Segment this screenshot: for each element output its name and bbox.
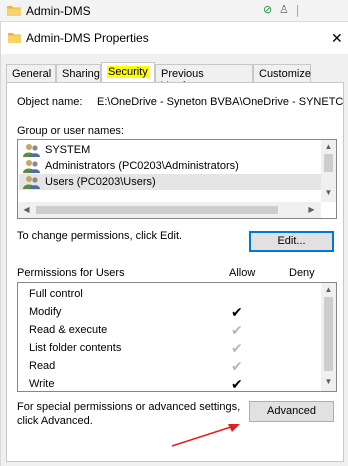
tab-label: Sharing xyxy=(62,68,100,80)
tab-sharing[interactable]: Sharing xyxy=(56,64,101,83)
list-item-label: SYSTEM xyxy=(45,144,91,156)
tab-label: General xyxy=(12,68,52,80)
permission-row: Read ✔ xyxy=(19,357,319,375)
permission-row: List folder contents ✔ xyxy=(19,339,319,357)
explorer-folder-name: Admin-DMS xyxy=(26,4,91,18)
permissions-list[interactable]: Full control Modify ✔ Read & execute ✔ L… xyxy=(17,282,337,392)
explorer-title-strip: Admin-DMS ⊘ ♙ xyxy=(0,0,348,22)
close-button[interactable]: ✕ xyxy=(331,30,343,47)
user-group-icon xyxy=(23,160,40,173)
check-icon: ✔ xyxy=(231,304,243,320)
list-item-system[interactable]: SYSTEM xyxy=(19,142,321,158)
sync-ok-icon: ⊘ xyxy=(263,4,273,16)
scroll-thumb[interactable] xyxy=(324,297,333,371)
folder-icon xyxy=(7,6,21,16)
permission-name: Read xyxy=(29,360,56,372)
object-name-value: E:\OneDrive - Syneton BVBA\OneDrive - SY… xyxy=(97,96,344,108)
user-group-icon xyxy=(23,176,40,189)
object-name-label: Object name: xyxy=(17,96,83,108)
allow-header: Allow xyxy=(229,267,256,279)
list-item-administrators[interactable]: Administrators (PC0203\Administrators) xyxy=(19,158,321,174)
permission-row: Modify ✔ xyxy=(19,303,319,321)
scroll-up-icon[interactable]: ▲ xyxy=(322,142,335,151)
tab-previous-versions[interactable]: Previous Versions xyxy=(155,64,253,92)
group-names-label: Group or user names: xyxy=(17,125,124,137)
tab-label: Customize xyxy=(259,68,311,80)
permission-row: Full control xyxy=(19,285,319,303)
special-permissions-text-1: For special permissions or advanced sett… xyxy=(17,401,241,413)
column-divider[interactable] xyxy=(297,5,298,17)
person-icon: ♙ xyxy=(279,4,289,16)
tab-label: Security xyxy=(107,66,149,78)
tab-general[interactable]: General xyxy=(6,64,56,83)
scroll-left-icon[interactable]: ◀ xyxy=(20,205,33,214)
annotation-arrow-icon xyxy=(171,424,240,447)
scroll-thumb[interactable] xyxy=(324,154,333,172)
advanced-button[interactable]: Advanced xyxy=(249,401,334,422)
permission-name: List folder contents xyxy=(29,342,122,354)
permissions-vscrollbar[interactable]: ▲ ▼ xyxy=(321,283,336,391)
tab-security[interactable]: Security xyxy=(101,62,155,83)
list-item-label: Users (PC0203\Users) xyxy=(45,176,156,188)
deny-header: Deny xyxy=(289,267,315,279)
inherited-check-icon: ✔ xyxy=(231,322,243,338)
tab-strip: General Sharing Security Previous Versio… xyxy=(6,62,346,92)
tab-customize[interactable]: Customize xyxy=(253,64,311,83)
inherited-check-icon: ✔ xyxy=(231,340,243,356)
permission-name: Write xyxy=(29,378,55,390)
user-group-icon xyxy=(23,144,40,157)
dialog-title: Admin-DMS Properties xyxy=(26,31,149,45)
scroll-right-icon[interactable]: ▶ xyxy=(305,205,318,214)
permission-row: Write ✔ xyxy=(19,375,319,393)
scroll-thumb[interactable] xyxy=(36,206,278,214)
group-list-vscrollbar[interactable]: ▲ ▼ xyxy=(321,140,336,202)
list-item-users[interactable]: Users (PC0203\Users) xyxy=(19,174,321,190)
dialog-title-bar[interactable]: Admin-DMS Properties ✕ xyxy=(1,22,348,54)
edit-button[interactable]: Edit... xyxy=(249,231,334,252)
permission-name: Modify xyxy=(29,306,62,318)
group-list[interactable]: SYSTEM Administrators (PC0203\Administra… xyxy=(17,139,337,219)
group-list-hscrollbar[interactable]: ◀ ▶ xyxy=(18,202,321,218)
security-panel: Object name: E:\OneDrive - Syneton BVBA\… xyxy=(6,82,344,462)
folder-icon xyxy=(8,33,21,43)
list-item-label: Administrators (PC0203\Administrators) xyxy=(45,160,239,172)
scroll-up-icon[interactable]: ▲ xyxy=(322,285,335,294)
inherited-check-icon: ✔ xyxy=(231,358,243,374)
permission-name: Full control xyxy=(29,288,83,300)
properties-dialog: Admin-DMS Properties ✕ General Sharing S… xyxy=(0,22,348,466)
check-icon: ✔ xyxy=(231,376,243,392)
permissions-for-label: Permissions for Users xyxy=(17,267,125,279)
permission-row: Read & execute ✔ xyxy=(19,321,319,339)
special-permissions-text-2: click Advanced. xyxy=(17,415,93,427)
permission-name: Read & execute xyxy=(29,324,108,336)
scroll-down-icon[interactable]: ▼ xyxy=(322,188,335,197)
scroll-down-icon[interactable]: ▼ xyxy=(322,377,335,386)
change-permissions-text: To change permissions, click Edit. xyxy=(17,230,183,242)
